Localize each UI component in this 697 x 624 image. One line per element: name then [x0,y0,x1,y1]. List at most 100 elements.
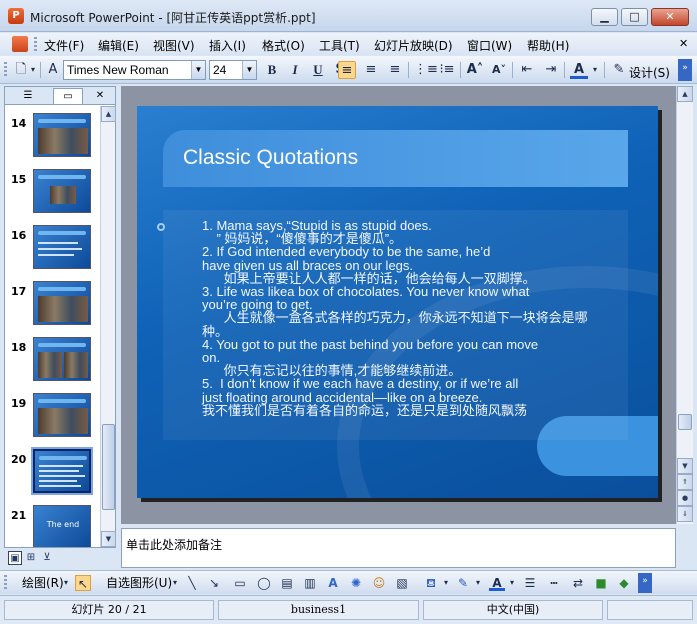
menu-grip[interactable] [34,37,37,51]
align-center-icon[interactable]: ≡ [362,61,380,79]
font-size-select[interactable]: 24 ▼ [209,60,257,80]
thumbnail-scrollbar[interactable]: ▲ ▼ [100,106,116,547]
slide-scrollbar[interactable]: ▲ ▼ ⇑ ● ⇓ [676,86,693,524]
dash-style-icon[interactable]: ┅ [546,575,562,591]
font-color-dropdown-icon[interactable]: ▾ [590,61,600,79]
current-slide[interactable]: Classic Quotations 1. Mama says,“Stupid … [137,106,658,498]
dropdown-arrow-icon[interactable]: ▾ [28,61,38,79]
notes-placeholder[interactable]: 单击此处添加备注 [126,536,222,553]
italic-button[interactable]: I [286,61,304,79]
thumbnail-21[interactable]: 21 The end [5,505,99,547]
maximize-button[interactable]: □ [621,8,648,26]
line-color-dropdown-icon[interactable]: ▾ [474,575,482,591]
menu-window[interactable]: 窗口(W) [464,36,515,55]
autoshapes-menu-button[interactable]: 自选图形(U) [106,574,172,591]
scroll-up-icon[interactable]: ▲ [101,106,116,122]
slide-thumbnail[interactable] [31,447,93,495]
arrow-style-icon[interactable]: ⇄ [570,575,586,591]
oval-icon[interactable]: ◯ [256,575,272,591]
slide-thumbnail[interactable]: The end [33,505,91,547]
outline-tab-icon[interactable]: ☰ [13,88,43,104]
line-color-icon[interactable]: ✎ [455,575,471,591]
increase-font-size-icon[interactable]: A˄ [466,61,484,79]
fill-color-icon[interactable]: ⛾ [423,575,439,591]
design-icon[interactable]: ✎ [610,61,628,79]
thumbnail-15[interactable]: 15 [5,169,99,221]
previous-slide-icon[interactable]: ⇑ [677,474,693,490]
design-button[interactable]: 设计(S) [629,64,670,81]
bulleted-list-icon[interactable]: ⁝≡ [438,61,456,79]
draw-menu-button[interactable]: 绘图(R) [22,574,64,591]
scrollbar-thumb[interactable] [678,414,692,430]
bold-button[interactable]: B [263,61,281,79]
slide-body-text[interactable]: 1. Mama says,“Stupid is as stupid does. … [202,219,622,417]
slide-thumbnail[interactable] [33,169,91,213]
rectangle-icon[interactable]: ▭ [232,575,248,591]
menu-help[interactable]: 帮助(H) [524,36,572,55]
clip-art-icon[interactable]: ☺ [371,575,387,591]
normal-view-icon[interactable]: ▣ [8,551,22,565]
menu-view[interactable]: 视图(V) [150,36,198,55]
slide-thumbnail[interactable] [33,337,91,381]
slide-sorter-view-icon[interactable]: ⊞ [24,551,38,565]
line-icon[interactable]: ╲ [184,575,200,591]
thumbnail-19[interactable]: 19 [5,393,99,445]
wordart-icon[interactable]: A [325,575,341,591]
menu-tools[interactable]: 工具(T) [316,36,363,55]
numbered-list-icon[interactable]: ⋮≡ [414,61,438,79]
close-document-button[interactable]: ✕ [676,36,691,51]
slide-thumbnail[interactable] [33,225,91,269]
line-style-icon[interactable]: ☰ [522,575,538,591]
menu-file[interactable]: 文件(F) [41,36,87,55]
thumbnail-14[interactable]: 14 [5,113,99,165]
vertical-text-box-icon[interactable]: ▥ [302,575,318,591]
underline-button[interactable]: U [309,61,327,79]
font-color-icon[interactable]: A [570,61,588,79]
align-left-icon[interactable]: ≡ [338,61,356,79]
font-color-dropdown-icon[interactable]: ▾ [508,575,516,591]
scrollbar-thumb[interactable] [102,424,115,510]
minimize-button[interactable]: ▁ [591,8,618,26]
text-box-icon[interactable]: ▤ [279,575,295,591]
menu-insert[interactable]: 插入(I) [206,36,249,55]
close-button[interactable]: ✕ [651,8,689,26]
scroll-down-icon[interactable]: ▼ [101,531,116,547]
thumbnail-16[interactable]: 16 [5,225,99,277]
autoshapes-dropdown-icon[interactable]: ▾ [171,575,179,591]
scroll-up-icon[interactable]: ▲ [677,86,693,102]
next-slide-icon[interactable]: ⇓ [677,506,693,522]
fill-color-dropdown-icon[interactable]: ▾ [442,575,450,591]
document-icon[interactable] [12,36,28,52]
notes-pane[interactable]: 单击此处添加备注 [121,528,676,568]
diagram-icon[interactable]: ✺ [348,575,364,591]
thumbnail-17[interactable]: 17 [5,281,99,333]
menu-edit[interactable]: 编辑(E) [95,36,142,55]
align-right-icon[interactable]: ≡ [386,61,404,79]
thumbnail-20[interactable]: 20 [5,447,99,501]
select-browse-object-icon[interactable]: ● [677,490,693,506]
close-pane-button[interactable]: ✕ [89,88,111,104]
select-objects-icon[interactable]: ↖ [75,575,91,591]
increase-indent-icon[interactable]: ⇥ [542,61,560,79]
3d-style-icon[interactable]: ◆ [616,575,632,591]
decrease-font-size-icon[interactable]: A˅ [490,61,508,79]
slide-title-placeholder[interactable]: Classic Quotations [163,130,628,187]
slide-thumbnail[interactable] [33,113,91,157]
slides-tab-icon[interactable]: ▭ [53,88,83,104]
shadow-style-icon[interactable]: ■ [593,575,609,591]
decrease-indent-icon[interactable]: ⇤ [518,61,536,79]
scroll-down-icon[interactable]: ▼ [677,458,693,474]
font-name-select[interactable]: Times New Roman ▼ [63,60,206,80]
draw-dropdown-icon[interactable]: ▾ [62,575,70,591]
menu-slideshow[interactable]: 幻灯片放映(D) [371,36,456,55]
drawing-toolbar-grip[interactable] [4,575,7,591]
toolbar-grip[interactable] [4,62,7,78]
chevron-down-icon[interactable]: ▼ [242,61,256,79]
format-painter-icon[interactable]: A [44,61,62,79]
slide-thumbnail[interactable] [33,393,91,437]
thumbnail-18[interactable]: 18 [5,337,99,389]
menu-format[interactable]: 格式(O) [259,36,308,55]
powerpoint-app-icon[interactable]: P [8,8,24,24]
font-color-icon[interactable]: A [489,575,505,591]
arrow-icon[interactable]: ↘ [206,575,222,591]
